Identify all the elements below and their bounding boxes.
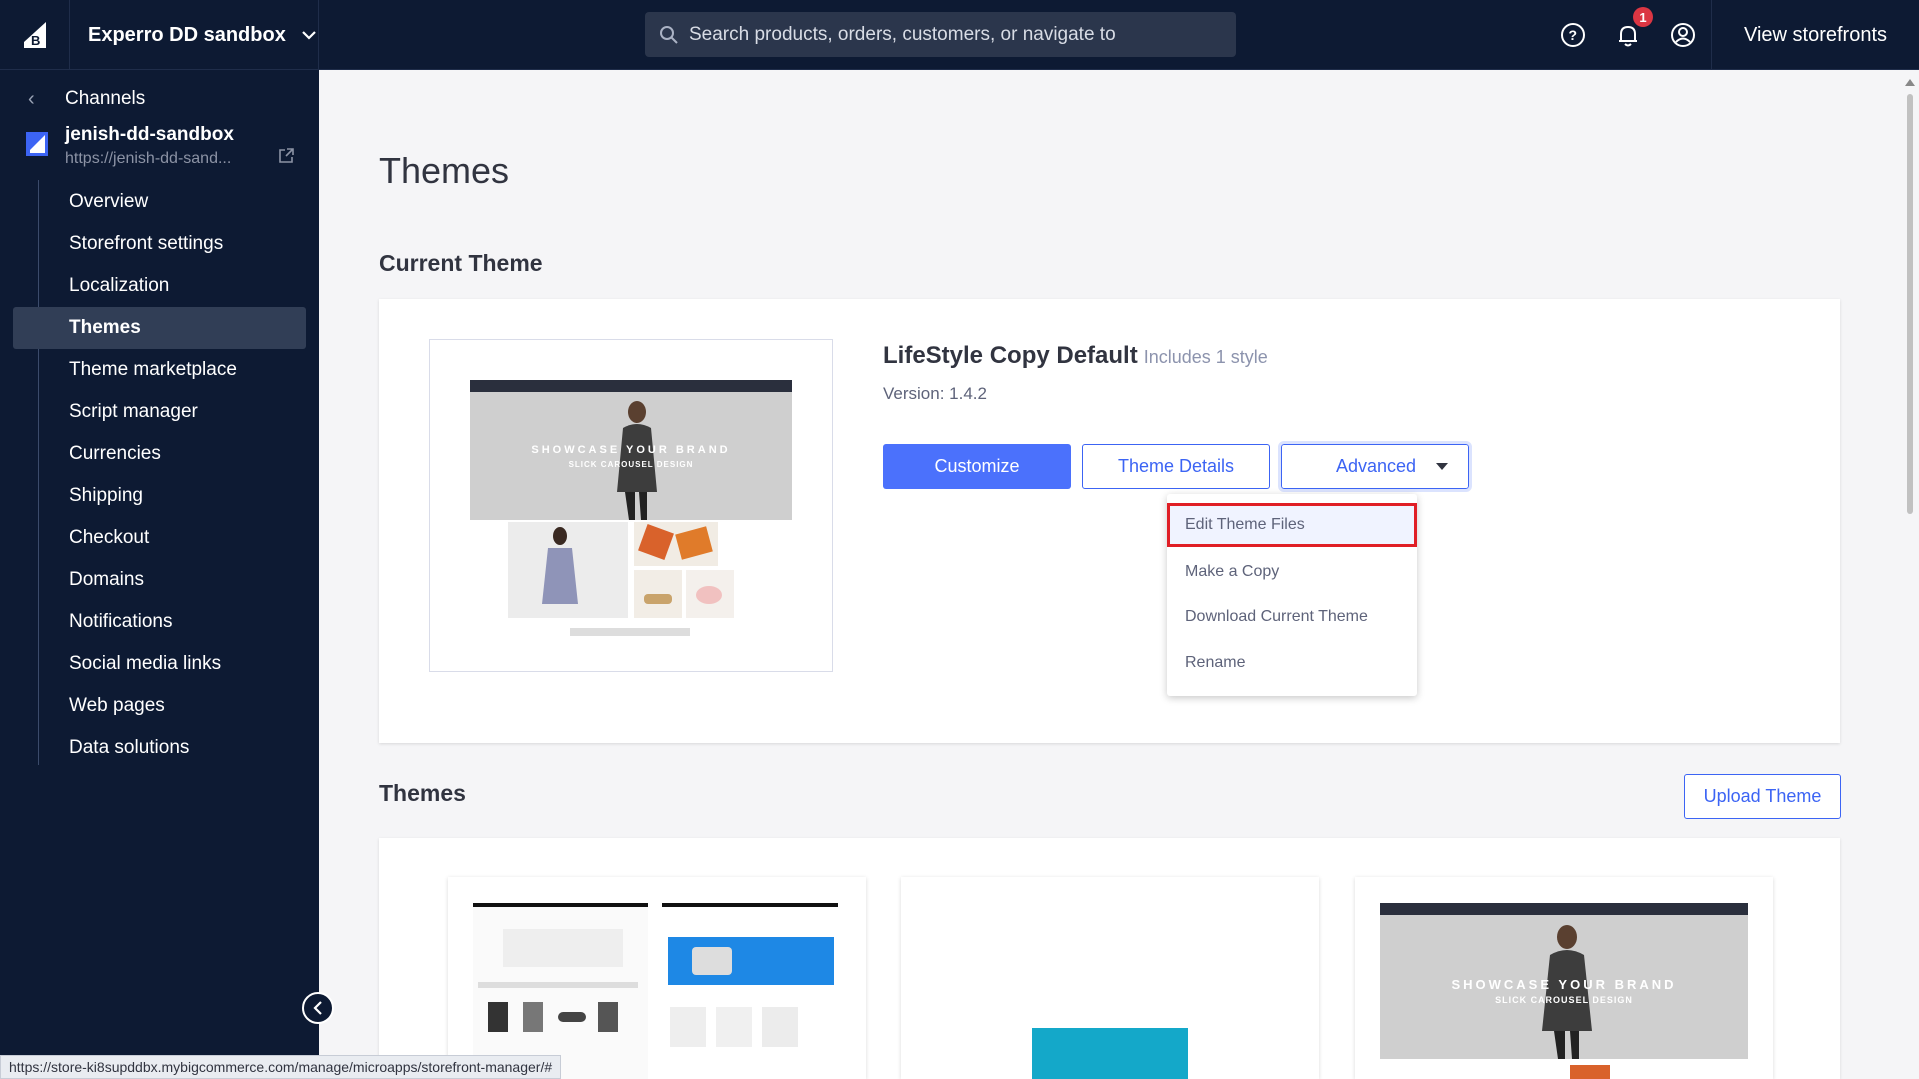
menu-item-make-a-copy[interactable]: Make a Copy	[1167, 550, 1417, 594]
sidebar-item-web-pages[interactable]: Web pages	[13, 685, 306, 727]
sidebar-item-social-media-links[interactable]: Social media links	[13, 643, 306, 685]
page-title: Themes	[379, 150, 510, 191]
notification-badge: 1	[1633, 7, 1653, 27]
sidebar-item-notifications[interactable]: Notifications	[13, 601, 306, 643]
channels-label: Channels	[65, 88, 146, 109]
store-name: Experro DD sandbox	[88, 23, 286, 46]
menu-item-download-current-theme[interactable]: Download Current Theme	[1167, 595, 1417, 639]
channel-header: jenish-dd-sandbox https://jenish-dd-sand…	[0, 122, 319, 174]
menu-item-rename[interactable]: Rename	[1167, 641, 1417, 685]
account-icon[interactable]	[1670, 0, 1696, 70]
advanced-dropdown-button[interactable]: Advanced	[1278, 441, 1472, 492]
chevron-left-icon	[313, 1001, 322, 1015]
current-theme-heading: Current Theme	[379, 250, 543, 276]
theme-card[interactable]	[448, 877, 866, 1079]
svg-text:B: B	[31, 33, 40, 48]
sidebar-item-themes[interactable]: Themes	[13, 307, 306, 349]
search-placeholder: Search products, orders, customers, or n…	[689, 23, 1116, 45]
collapse-sidebar-button[interactable]	[302, 992, 334, 1024]
sidebar-item-script-manager[interactable]: Script manager	[13, 391, 306, 433]
thumb-hero-sub: SLICK CAROUSEL DESIGN	[568, 460, 694, 469]
svg-text:?: ?	[1569, 27, 1578, 43]
sidebar-item-localization[interactable]: Localization	[13, 265, 306, 307]
search-icon	[659, 25, 679, 45]
top-bar: B Experro DD sandbox Search products, or…	[0, 0, 1919, 70]
theme-name: LifeStyle Copy Default Includes 1 style	[883, 342, 1268, 370]
advanced-menu: Edit Theme Files Make a Copy Download Cu…	[1167, 494, 1417, 696]
sidebar: ‹ Channels jenish-dd-sandbox https://jen…	[0, 70, 319, 1079]
chevron-down-icon	[302, 24, 316, 47]
chevron-left-icon: ‹	[28, 87, 35, 110]
sidebar-item-currencies[interactable]: Currencies	[13, 433, 306, 475]
advanced-label: Advanced	[1336, 456, 1417, 476]
upload-theme-button[interactable]: Upload Theme	[1684, 774, 1841, 819]
sidebar-item-shipping[interactable]: Shipping	[13, 475, 306, 517]
channel-nav: Overview Storefront settings Localizatio…	[0, 181, 319, 769]
channels-back-link[interactable]: ‹ Channels	[0, 84, 319, 114]
thumb-hero-sub: SLICK CAROUSEL DESIGN	[1495, 995, 1633, 1005]
sidebar-item-theme-marketplace[interactable]: Theme marketplace	[13, 349, 306, 391]
sidebar-item-storefront-settings[interactable]: Storefront settings	[13, 223, 306, 265]
theme-name-text: LifeStyle Copy Default	[883, 342, 1138, 369]
sidebar-item-data-solutions[interactable]: Data solutions	[13, 727, 306, 769]
dress-image	[542, 527, 578, 604]
theme-card[interactable]	[901, 877, 1319, 1079]
themes-heading: Themes	[379, 780, 466, 806]
caret-down-icon	[1436, 463, 1448, 470]
sidebar-item-overview[interactable]: Overview	[13, 181, 306, 223]
sidebar-item-checkout[interactable]: Checkout	[13, 517, 306, 559]
thumb-hero-text: SHOWCASE YOUR BRAND	[531, 444, 731, 456]
theme-styles-count: Includes 1 style	[1143, 347, 1268, 367]
theme-card[interactable]: SHOWCASE YOUR BRAND SLICK CAROUSEL DESIG…	[1355, 877, 1773, 1079]
bigcommerce-logo[interactable]: B	[0, 0, 70, 70]
sidebar-item-domains[interactable]: Domains	[13, 559, 306, 601]
status-bar-url: https://store-ki8supddbx.mybigcommerce.c…	[0, 1055, 562, 1079]
search-input[interactable]: Search products, orders, customers, or n…	[645, 12, 1236, 57]
notifications-bell-icon[interactable]: 1	[1615, 0, 1653, 70]
channel-logo-icon	[26, 132, 48, 156]
view-storefronts-button[interactable]: View storefronts	[1711, 0, 1919, 70]
help-icon[interactable]: ?	[1560, 0, 1586, 70]
model-figure-image	[617, 401, 657, 520]
external-link-icon[interactable]	[278, 148, 294, 169]
scrollbar-thumb[interactable]	[1907, 94, 1913, 514]
current-theme-thumbnail: SHOWCASE YOUR BRAND SLICK CAROUSEL DESIG…	[429, 339, 833, 672]
channel-url[interactable]: https://jenish-dd-sand...	[65, 150, 255, 168]
store-switcher[interactable]: Experro DD sandbox	[70, 0, 319, 70]
thumb-hero-text: SHOWCASE YOUR BRAND	[1451, 977, 1677, 992]
customize-button[interactable]: Customize	[883, 444, 1071, 489]
theme-details-button[interactable]: Theme Details	[1082, 444, 1270, 489]
page-scrollbar[interactable]	[1900, 70, 1919, 1079]
scroll-up-icon[interactable]	[1905, 78, 1915, 86]
channel-name: jenish-dd-sandbox	[65, 124, 234, 145]
theme-version: Version: 1.4.2	[883, 384, 987, 403]
menu-item-edit-theme-files[interactable]: Edit Theme Files	[1167, 503, 1417, 547]
